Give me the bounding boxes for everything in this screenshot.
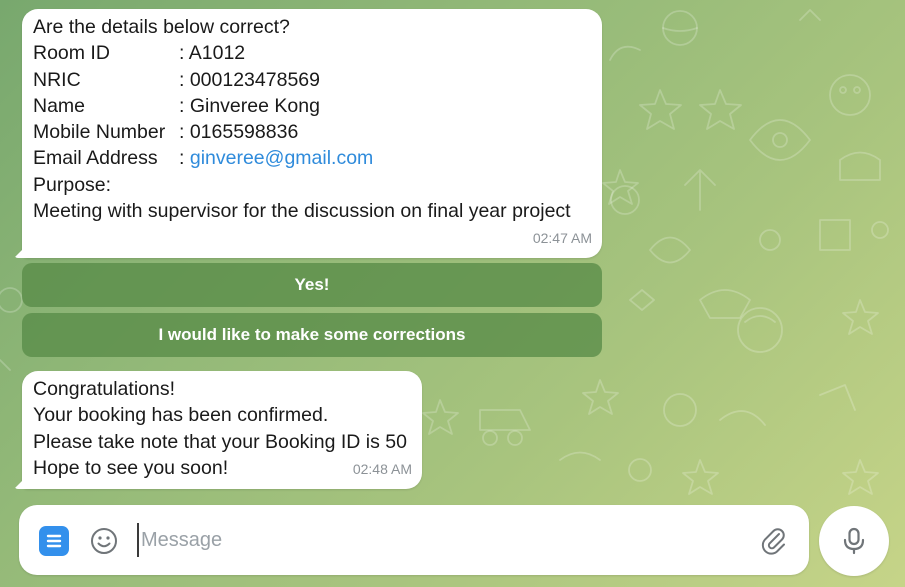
detail-row: Email Address : ginveree@gmail.com bbox=[33, 145, 571, 171]
detail-value: : Ginveree Kong bbox=[179, 94, 320, 117]
detail-value: : 0165598836 bbox=[179, 121, 299, 144]
detail-value: : 000123478569 bbox=[179, 68, 320, 91]
message-line: Please take note that your Booking ID is… bbox=[33, 430, 407, 453]
detail-value: : A1012 bbox=[179, 42, 246, 65]
paperclip-icon[interactable] bbox=[759, 525, 789, 557]
purpose-text: Meeting with supervisor for the discussi… bbox=[33, 200, 571, 223]
message-composer bbox=[19, 505, 809, 575]
message-line: Hope to see you soon! bbox=[33, 456, 229, 479]
detail-label: NRIC bbox=[33, 68, 81, 91]
message-time: 02:48 AM bbox=[352, 460, 412, 477]
message-text: Congratulations! Your booking has been c… bbox=[33, 376, 407, 481]
microphone-icon[interactable] bbox=[819, 506, 889, 576]
message-bubble-confirmation: Congratulations! Your booking has been c… bbox=[14, 371, 422, 489]
message-time: 02:47 AM bbox=[532, 229, 592, 246]
message-input[interactable] bbox=[137, 523, 731, 557]
detail-row: Mobile Number : 0165598836 bbox=[33, 119, 571, 145]
yes-button[interactable]: Yes! bbox=[22, 263, 602, 307]
detail-label: Email Address bbox=[33, 147, 158, 170]
menu-icon[interactable] bbox=[39, 526, 69, 556]
bubble-tail bbox=[14, 475, 28, 489]
make-corrections-button[interactable]: I would like to make some corrections bbox=[22, 313, 602, 357]
bubble-tail bbox=[14, 244, 28, 258]
detail-row: NRIC : 000123478569 bbox=[33, 67, 571, 93]
purpose-label: Purpose: bbox=[33, 173, 112, 196]
detail-label: Room ID bbox=[33, 42, 110, 65]
message-line: Congratulations! bbox=[33, 378, 176, 400]
smiley-icon[interactable] bbox=[89, 526, 119, 556]
detail-label: Name bbox=[33, 94, 86, 117]
message-line: Your booking has been confirmed. bbox=[33, 404, 329, 427]
detail-row: Room ID : A1012 bbox=[33, 40, 571, 66]
message-intro: Are the details below correct? bbox=[33, 16, 290, 38]
detail-label: Mobile Number bbox=[33, 121, 166, 144]
detail-row: Name : Ginveree Kong bbox=[33, 93, 571, 119]
message-text: Are the details below correct? Room ID :… bbox=[33, 14, 571, 224]
email-link[interactable]: ginveree@gmail.com bbox=[190, 145, 373, 171]
detail-value-prefix: : bbox=[179, 147, 190, 170]
message-bubble-details: Are the details below correct? Room ID :… bbox=[14, 9, 602, 258]
